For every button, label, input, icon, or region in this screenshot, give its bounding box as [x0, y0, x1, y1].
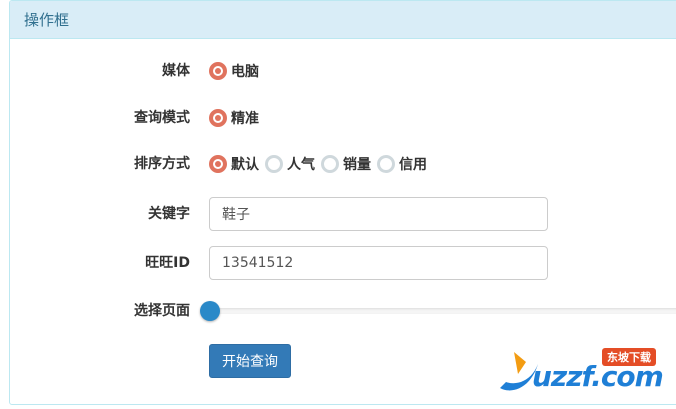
- query-mode-label: 查询模式: [134, 110, 190, 126]
- start-query-button[interactable]: 开始查询: [209, 344, 291, 378]
- radio-label: 电脑: [231, 64, 259, 80]
- keyword-label: 关键字: [148, 206, 190, 222]
- radio-label: 精准: [231, 111, 259, 127]
- radio-label: 默认: [231, 157, 259, 173]
- media-row: 媒体 电脑: [10, 54, 676, 88]
- radio-checked-icon: [209, 109, 227, 127]
- page-row: 选择页面: [10, 294, 676, 328]
- wangwang-label: 旺旺ID: [145, 255, 190, 271]
- query-mode-options: 精准: [209, 101, 265, 135]
- radio-query-exact[interactable]: 精准: [209, 108, 259, 128]
- wangwang-row: 旺旺ID: [10, 246, 676, 280]
- radio-checked-icon: [209, 62, 227, 80]
- sort-row: 排序方式 默认 人气 销量 信用: [10, 147, 676, 181]
- wangwang-id-input[interactable]: [209, 246, 548, 280]
- radio-label: 人气: [287, 157, 315, 173]
- radio-unchecked-icon: [265, 155, 283, 173]
- radio-sort-sales[interactable]: 销量: [321, 154, 371, 174]
- media-options: 电脑: [209, 54, 265, 88]
- radio-label: 信用: [399, 157, 427, 173]
- radio-media-pc[interactable]: 电脑: [209, 61, 259, 81]
- radio-sort-credit[interactable]: 信用: [377, 154, 427, 174]
- keyword-row: 关键字: [10, 197, 676, 231]
- radio-unchecked-icon: [321, 155, 339, 173]
- media-label: 媒体: [162, 63, 190, 79]
- query-mode-row: 查询模式 精准: [10, 101, 676, 135]
- sort-label: 排序方式: [134, 156, 190, 172]
- radio-checked-icon: [209, 155, 227, 173]
- radio-label: 销量: [343, 157, 371, 173]
- page-slider-handle[interactable]: [200, 301, 220, 321]
- page-slider-track[interactable]: [209, 308, 676, 314]
- page-label: 选择页面: [134, 303, 190, 319]
- radio-sort-popularity[interactable]: 人气: [265, 154, 315, 174]
- panel-title: 操作框: [10, 1, 676, 39]
- watermark-logo: uzzf.com 东坡下载: [492, 344, 672, 400]
- keyword-input[interactable]: [209, 197, 548, 231]
- radio-unchecked-icon: [377, 155, 395, 173]
- watermark-badge: 东坡下载: [602, 348, 656, 366]
- radio-sort-default[interactable]: 默认: [209, 154, 259, 174]
- sort-options: 默认 人气 销量 信用: [209, 147, 433, 181]
